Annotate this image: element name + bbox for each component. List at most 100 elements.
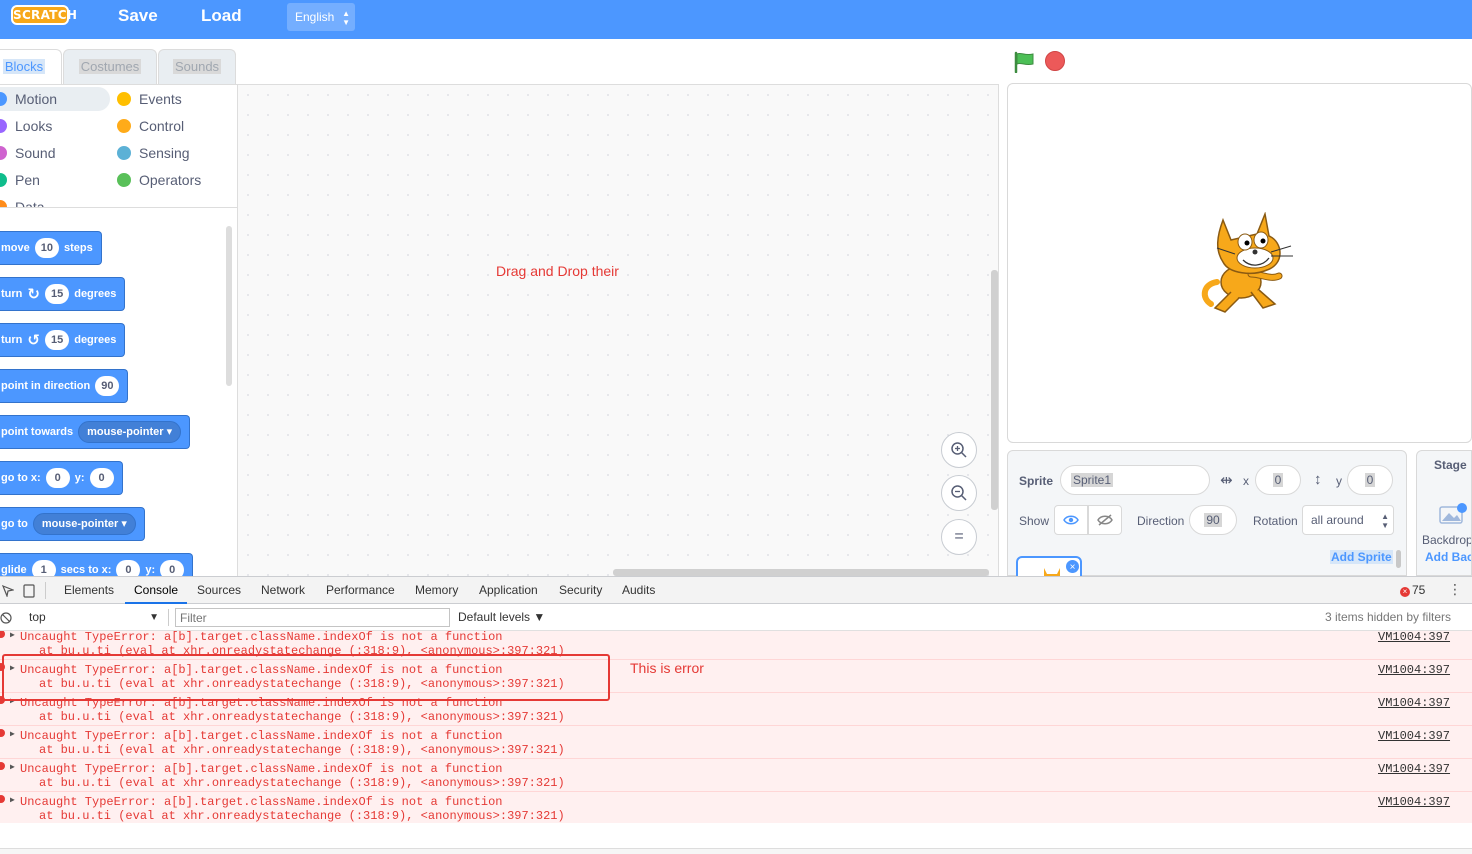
show-label: Show — [1019, 514, 1050, 528]
load-menu-button[interactable]: Load — [201, 6, 242, 26]
stop-button[interactable] — [1045, 51, 1065, 71]
glide-secs-input[interactable]: 1 — [31, 560, 56, 576]
sprite-list-scrollbar[interactable] — [1396, 550, 1401, 568]
direction-input[interactable]: 90 — [1189, 505, 1237, 535]
delete-sprite-icon[interactable]: × — [1065, 559, 1080, 574]
tab-audits[interactable]: Audits — [622, 583, 655, 597]
block-move-steps[interactable]: move 10 steps — [0, 231, 102, 265]
tab-console[interactable]: Console — [134, 583, 178, 597]
category-pen[interactable]: Pen — [0, 168, 110, 192]
scratch-logo[interactable]: SCRATCH — [11, 5, 77, 25]
tab-blocks[interactable]: Blocks — [0, 49, 62, 84]
y-position-input[interactable]: 0 — [1347, 465, 1393, 495]
category-sound[interactable]: Sound — [0, 141, 110, 165]
tab-sounds[interactable]: Sounds — [158, 49, 236, 84]
point-towards-dropdown[interactable]: mouse-pointer ▾ — [78, 421, 182, 443]
clear-console-icon[interactable] — [0, 612, 12, 624]
category-data[interactable]: Data — [0, 195, 110, 207]
tab-costumes[interactable]: Costumes — [63, 49, 157, 84]
turn-right-degrees-input[interactable]: 15 — [44, 284, 70, 304]
rotation-style-select[interactable]: all around ▲ ▼ — [1302, 505, 1394, 535]
looks-dot-icon — [0, 119, 7, 133]
green-flag-icon[interactable] — [1013, 51, 1035, 73]
error-source-link[interactable]: VM1004:397 — [1378, 696, 1450, 710]
log-levels-select[interactable]: Default levels ▼ — [458, 610, 545, 624]
save-menu-button[interactable]: Save — [118, 6, 158, 26]
hidden-items-note: 3 items hidden by filters — [1324, 610, 1451, 624]
workspace-vertical-scrollbar[interactable] — [991, 270, 998, 510]
script-workspace[interactable]: Drag and Drop their = — [238, 84, 999, 576]
error-counter[interactable]: × 75 — [1400, 583, 1425, 597]
zoom-reset-button[interactable]: = — [941, 519, 977, 555]
category-events[interactable]: Events — [117, 87, 227, 111]
palette-scrollbar[interactable] — [226, 226, 232, 386]
hide-sprite-button[interactable] — [1088, 505, 1122, 535]
block-glide[interactable]: glide 1 secs to x: 0 y: 0 — [0, 553, 194, 576]
scratch-editor: SCRATCH Save Load English ▲ ▼ Blocks Cost… — [0, 0, 1472, 854]
expand-triangle-icon[interactable]: ▶ — [10, 795, 15, 805]
add-backdrop-button[interactable]: Add Backdrop — [1425, 550, 1471, 564]
add-sprite-button[interactable]: Add Sprite — [1330, 550, 1393, 564]
error-icon — [0, 631, 5, 638]
block-go-to[interactable]: go to mouse-pointer ▾ — [0, 507, 145, 541]
category-operators[interactable]: Operators — [117, 168, 227, 192]
error-source-link[interactable]: VM1004:397 — [1378, 663, 1450, 677]
cat-sprite-image[interactable] — [1201, 212, 1296, 317]
block-turn-left[interactable]: turn ↺ 15 degrees — [0, 323, 126, 357]
show-visible-button[interactable] — [1054, 505, 1088, 535]
expand-triangle-icon[interactable]: ▶ — [10, 762, 15, 772]
select-arrows-icon: ▲ ▼ — [1381, 512, 1389, 530]
category-sensing[interactable]: Sensing — [117, 141, 227, 165]
error-source-link[interactable]: VM1004:397 — [1378, 631, 1450, 644]
category-looks[interactable]: Looks — [0, 114, 110, 138]
console-error-row[interactable]: ▶ Uncaught TypeError: a[b].target.classN… — [0, 791, 1472, 823]
error-source-link[interactable]: VM1004:397 — [1378, 729, 1450, 743]
stage-selector-panel[interactable]: Stage Backdrop Add Backdrop — [1416, 450, 1472, 576]
block-go-to-xy[interactable]: go to x: 0 y: 0 — [0, 461, 123, 495]
error-source-link[interactable]: VM1004:397 — [1378, 795, 1450, 809]
block-point-towards[interactable]: point towards mouse-pointer ▾ — [0, 415, 191, 449]
turn-left-degrees-input[interactable]: 15 — [44, 330, 70, 350]
category-motion[interactable]: Motion — [0, 87, 110, 111]
error-source-link[interactable]: VM1004:397 — [1378, 762, 1450, 776]
tab-memory[interactable]: Memory — [415, 583, 458, 597]
tab-elements[interactable]: Elements — [64, 583, 114, 597]
zoom-out-button[interactable] — [941, 475, 977, 511]
inspect-cursor-icon[interactable] — [2, 585, 14, 597]
context-select[interactable]: top ▼ — [24, 608, 164, 627]
go-to-x-input[interactable]: 0 — [45, 468, 70, 488]
tab-performance[interactable]: Performance — [326, 583, 395, 597]
toolbar-divider — [168, 609, 169, 626]
steps-input[interactable]: 10 — [34, 238, 59, 258]
more-options-icon[interactable]: ⋮ — [1448, 581, 1462, 598]
tab-sources[interactable]: Sources — [197, 583, 241, 597]
zoom-in-icon — [951, 442, 967, 458]
go-to-dropdown[interactable]: mouse-pointer ▾ — [32, 513, 136, 535]
glide-y-input[interactable]: 0 — [160, 560, 185, 576]
expand-triangle-icon[interactable]: ▶ — [10, 729, 15, 739]
workspace-horizontal-scrollbar[interactable] — [613, 569, 989, 576]
console-error-row[interactable]: ▶ Uncaught TypeError: a[b].target.classN… — [0, 725, 1472, 758]
expand-triangle-icon[interactable]: ▶ — [10, 631, 15, 640]
tab-network[interactable]: Network — [261, 583, 305, 597]
glide-x-input[interactable]: 0 — [116, 560, 141, 576]
block-turn-right[interactable]: turn ↻ 15 degrees — [0, 277, 126, 311]
eye-hidden-icon — [1097, 514, 1113, 526]
device-toolbar-icon[interactable] — [23, 584, 35, 598]
language-select[interactable]: English ▲ ▼ — [287, 3, 355, 31]
rotation-label: Rotation — [1253, 514, 1298, 528]
console-error-row[interactable]: ▶ Uncaught TypeError: a[b].target.classN… — [0, 758, 1472, 791]
stage-canvas[interactable] — [1007, 83, 1472, 443]
x-position-input[interactable]: 0 — [1255, 465, 1301, 495]
backdrop-label: Backdrop — [1422, 533, 1472, 547]
zoom-in-button[interactable] — [941, 432, 977, 468]
direction-input[interactable]: 90 — [95, 376, 120, 396]
category-control[interactable]: Control — [117, 114, 227, 138]
sprite-name-input[interactable]: Sprite1 — [1060, 465, 1210, 495]
rotate-clockwise-icon: ↻ — [27, 285, 40, 303]
tab-application[interactable]: Application — [479, 583, 538, 597]
go-to-y-input[interactable]: 0 — [89, 468, 114, 488]
block-point-in-direction[interactable]: point in direction 90 — [0, 369, 129, 403]
console-filter-input[interactable] — [175, 608, 450, 627]
tab-security[interactable]: Security — [559, 583, 602, 597]
